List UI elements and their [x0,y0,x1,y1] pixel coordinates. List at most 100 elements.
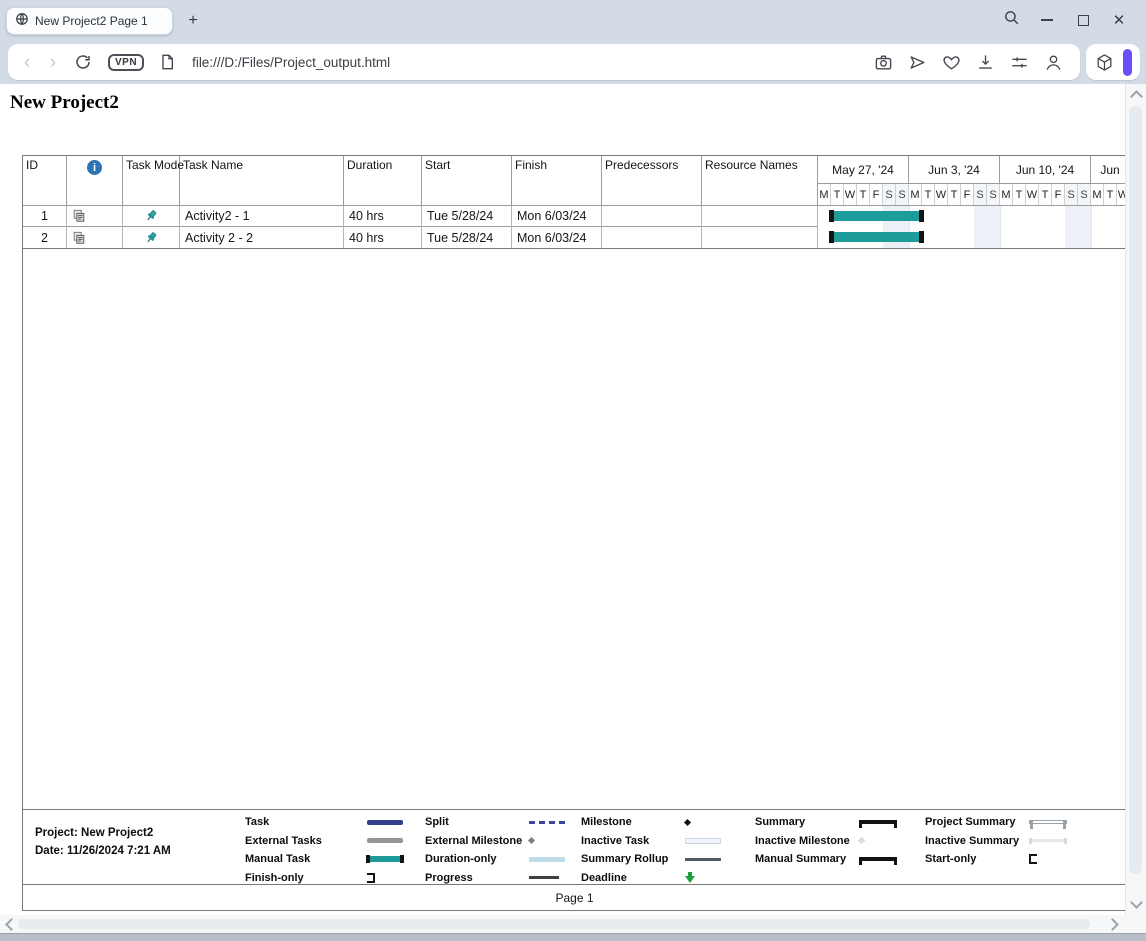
column-header-task-mode: Task Mode [123,156,180,205]
legend-item: Finish-only [245,869,403,888]
task-name-cell: Activity2 - 1 [180,206,344,227]
timeline-day-header: S [987,184,1000,205]
accent-extension-bar[interactable] [1123,49,1132,76]
horizontal-scrollbar-thumb[interactable] [18,919,1090,929]
plus-icon: + [188,12,197,30]
timeline-day-header: W [935,184,948,205]
table-row: 1 Activity2 - 1 [23,206,1125,227]
start-cell: Tue 5/28/24 [422,227,512,248]
column-header-resource-names: Resource Names [702,156,818,205]
table-row: 2 Activity 2 - 2 [23,227,1125,248]
milestone-diamond [684,819,691,826]
column-header-duration: Duration [344,156,422,205]
project-summary-bar [1029,820,1067,824]
inactive-summary-bar [1029,839,1067,842]
vpn-badge[interactable]: VPN [108,54,144,71]
send-icon[interactable] [906,51,928,73]
scroll-up-icon[interactable] [1130,90,1143,103]
resource-names-cell [702,206,818,227]
sliders-icon[interactable] [1008,51,1030,73]
browser-tab[interactable]: New Project2 Page 1 [6,7,173,35]
vertical-scrollbar-thumb[interactable] [1129,106,1142,874]
legend-label: Task [245,816,367,828]
back-button[interactable]: ‹ [14,53,40,72]
gantt-rows: 1 Activity2 - 1 [23,206,1125,249]
column-header-finish: Finish [512,156,602,205]
finish-only-bracket [367,873,375,883]
page-icon[interactable] [156,51,178,73]
project-info: Project: New Project2 Date: 11/26/2024 7… [35,824,171,860]
forward-button[interactable]: › [40,53,66,72]
timeline-day-header: T [948,184,961,205]
search-icon [1003,9,1020,31]
legend-item: Manual Summary [755,850,897,869]
start-only-bracket [1029,854,1037,864]
start-cell: Tue 5/28/24 [422,206,512,227]
tab-search-button[interactable] [997,0,1025,40]
legend-label: Split [425,816,529,828]
globe-icon [15,12,29,31]
timeline-week-header: May 27, '24 [818,156,909,183]
legend-item: Progress [425,869,565,888]
page-footer: Page 1 [23,885,1125,910]
legend-item: Inactive Summary [925,832,1067,851]
project-name: Project: New Project2 [35,824,171,842]
timeline-day-header: S [1065,184,1078,205]
close-button[interactable]: ✕ [1105,0,1133,40]
scroll-left-icon[interactable] [5,918,18,931]
legend-column: MilestoneInactive TaskSummary RollupDead… [581,813,721,887]
legend-item: Project Summary [925,813,1067,832]
timeline-day-header: T [857,184,870,205]
gantt-table-header: ID i Task Mode Task Name Duration Start … [23,156,1125,206]
legend-label: Deadline [581,872,685,884]
legend-label: Project Summary [925,816,1029,828]
tab-bar: New Project2 Page 1 + ✕ [0,0,1146,40]
legend-item: Start-only [925,850,1067,869]
timeline-day-header: T [1104,184,1117,205]
maximize-icon [1078,15,1089,26]
finish-cell: Mon 6/03/24 [512,206,602,227]
cube-icon[interactable] [1094,51,1116,73]
legend-column: SplitExternal MilestoneDuration-onlyProg… [425,813,565,887]
manual-task-bar [367,856,403,862]
legend-label: Manual Task [245,853,367,865]
minimize-button[interactable] [1033,0,1061,40]
legend-item: Milestone [581,813,721,832]
legend-item: Inactive Milestone [755,832,897,851]
legend-item: Manual Task [245,850,403,869]
profile-icon[interactable] [1042,51,1064,73]
browser-toolbar: ‹ › VPN file:///D:/Files/Project_output.… [0,40,1146,84]
address-url[interactable]: file:///D:/Files/Project_output.html [192,55,866,70]
legend-item: Task [245,813,403,832]
timeline-week-header: Jun [1091,156,1125,183]
page-body-spacer [23,249,1125,809]
legend-label: External Tasks [245,835,367,847]
timeline-day-header: S [1078,184,1091,205]
camera-icon[interactable] [872,51,894,73]
finish-cell: Mon 6/03/24 [512,227,602,248]
horizontal-scrollbar[interactable] [0,915,1125,933]
timeline-day-header: M [1000,184,1013,205]
legend-column: Project Summary Inactive SummaryStart-onl… [925,813,1067,869]
timeline-day-header: S [883,184,896,205]
scroll-right-icon[interactable] [1106,918,1119,931]
duration-cell: 40 hrs [344,227,422,248]
close-icon: ✕ [1113,13,1126,28]
scrollbar-corner [1125,915,1146,933]
reload-button[interactable] [72,51,94,73]
gantt-page: ID i Task Mode Task Name Duration Start … [22,155,1125,911]
external-tasks-line [367,838,403,843]
manual-summary-bar [859,857,897,861]
legend-item: Summary Rollup [581,850,721,869]
download-icon[interactable] [974,51,996,73]
timeline-day-header: T [1039,184,1052,205]
maximize-button[interactable] [1069,0,1097,40]
address-bar-group: ‹ › VPN file:///D:/Files/Project_output.… [8,44,1080,80]
heart-icon[interactable] [940,51,962,73]
column-header-start: Start [422,156,512,205]
scroll-down-icon[interactable] [1130,896,1143,909]
predecessors-cell [602,227,702,248]
new-tab-button[interactable]: + [180,8,206,34]
vertical-scrollbar[interactable] [1125,84,1146,915]
legend-item: Duration-only [425,850,565,869]
